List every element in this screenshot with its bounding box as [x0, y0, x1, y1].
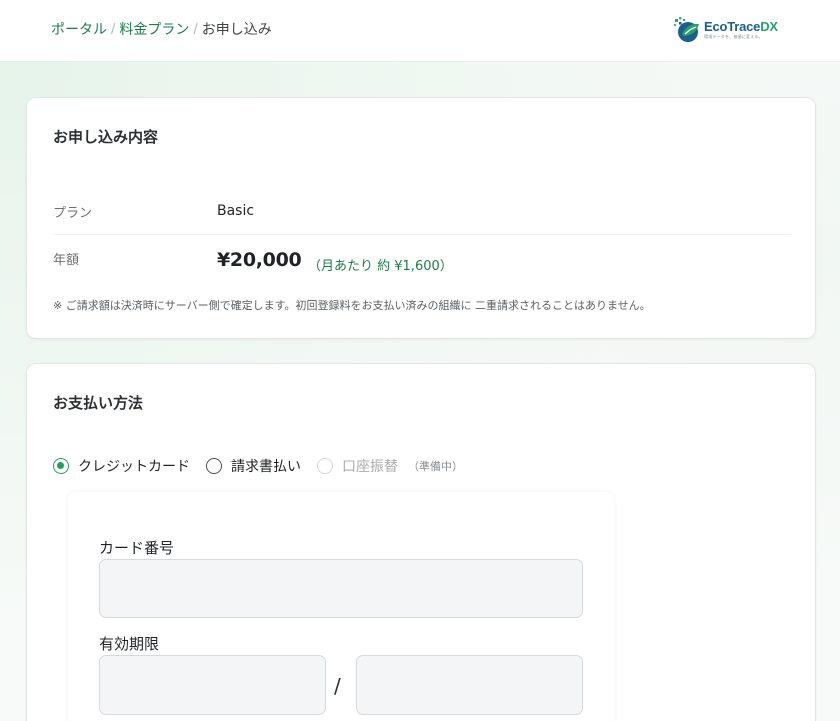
expiry-separator: /: [334, 674, 341, 698]
payment-option-bank-transfer: 口座振替 （準備中）: [317, 456, 463, 476]
card-number-input[interactable]: [99, 559, 583, 618]
invoice-radio[interactable]: [206, 458, 222, 474]
order-summary-title: お申し込み内容: [53, 128, 159, 146]
annual-price-value: ¥20,000: [217, 249, 302, 271]
monthly-price-note: （月あたり 約 ¥1,600）: [308, 259, 453, 274]
credit-card-radio[interactable]: [53, 458, 69, 474]
expiry-label: 有効期限: [99, 635, 160, 653]
bank-transfer-status-note: （準備中）: [408, 460, 463, 473]
breadcrumb-separator: /: [193, 22, 198, 37]
top-header: ポータル / 料金プラン / お申し込み EcoTraceDX 環境データを、価…: [0, 0, 840, 62]
leaf-logo-icon: [674, 17, 699, 42]
plan-value: Basic: [217, 203, 255, 219]
bank-transfer-label: 口座振替: [342, 459, 398, 475]
plan-label: プラン: [53, 206, 93, 221]
logo-tagline: 環境データを、価値に変える。: [704, 34, 763, 39]
logo-text-dx: DX: [760, 19, 778, 34]
credit-card-form: カード番号 有効期限 /: [68, 492, 614, 721]
credit-card-label: クレジットカード: [78, 459, 190, 475]
payment-option-credit-card[interactable]: クレジットカード: [53, 456, 190, 476]
card-number-label: カード番号: [99, 539, 175, 557]
breadcrumb-current: お申し込み: [201, 22, 272, 38]
breadcrumb-separator: /: [111, 22, 116, 37]
payment-method-card: お支払い方法 クレジットカード 請求書払い 口座振替 （準備中） カード番号 有…: [26, 363, 816, 721]
payment-option-invoice[interactable]: 請求書払い: [206, 456, 301, 476]
billing-note: ※ ご請求額は決済時にサーバー側で確定します。初回登録料をお支払い済みの組織に …: [53, 299, 651, 312]
breadcrumb-pricing-link[interactable]: 料金プラン: [119, 20, 189, 40]
expiry-year-input[interactable]: [356, 655, 583, 715]
bank-transfer-radio: [317, 458, 333, 474]
payment-method-options: クレジットカード 請求書払い 口座振替 （準備中）: [53, 456, 479, 476]
summary-divider: [53, 234, 791, 235]
breadcrumb-portal-link[interactable]: ポータル: [51, 20, 107, 40]
invoice-label: 請求書払い: [231, 459, 301, 475]
ecotrace-logo[interactable]: EcoTraceDX 環境データを、価値に変える。: [672, 14, 786, 46]
logo-text-eco: EcoTrace: [704, 19, 761, 34]
expiry-month-input[interactable]: [99, 655, 326, 715]
breadcrumb: ポータル / 料金プラン / お申し込み: [51, 20, 272, 40]
annual-price-label: 年額: [53, 253, 80, 268]
payment-method-title: お支払い方法: [53, 394, 144, 412]
order-summary-card: お申し込み内容 プラン Basic 年額 ¥20,000 （月あたり 約 ¥1,…: [26, 97, 816, 339]
